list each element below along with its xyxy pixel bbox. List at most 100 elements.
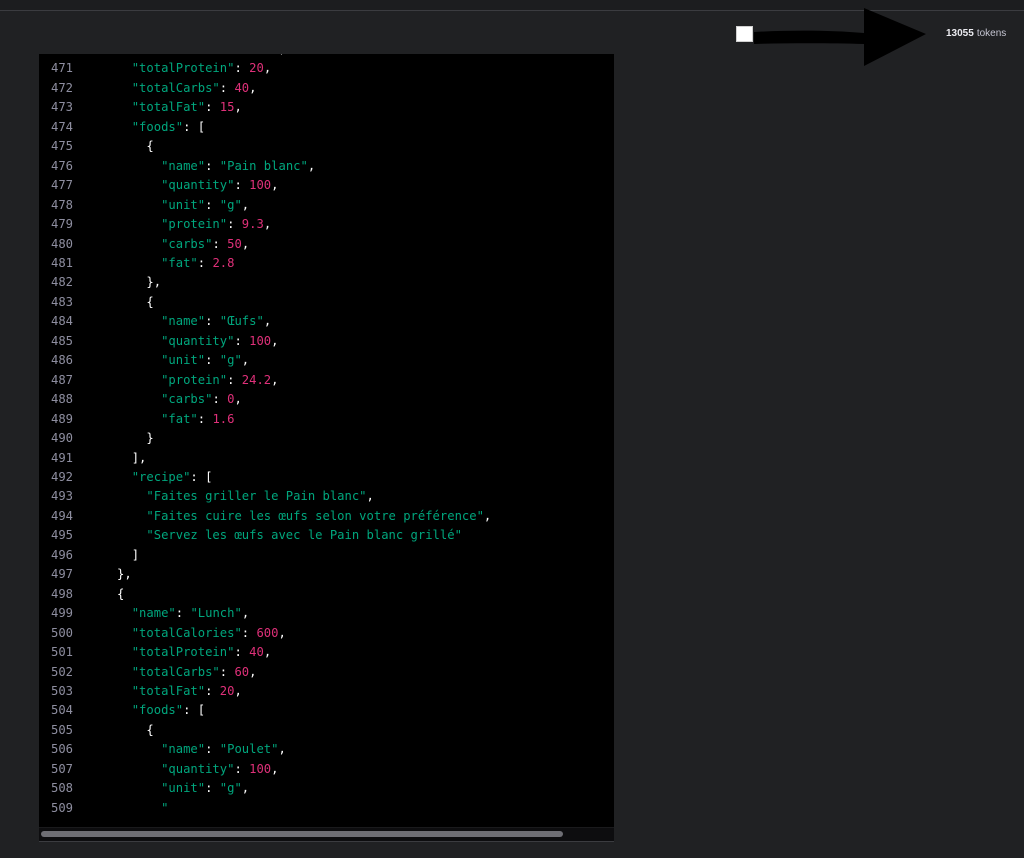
line-number: 483 <box>50 294 73 309</box>
line-number: 495 <box>50 528 73 543</box>
line-number: 505 <box>50 722 73 737</box>
code-line: 503 "totalFat": 20, <box>39 682 614 701</box>
json-punctuation <box>88 334 161 348</box>
json-number: 60 <box>234 664 250 679</box>
line-number: 502 <box>50 664 73 679</box>
code-text: "quantity": 100, <box>73 334 278 348</box>
json-punctuation: : [ <box>190 469 213 484</box>
line-number: 506 <box>50 742 73 757</box>
code-text: " <box>73 801 168 815</box>
horizontal-scrollbar[interactable] <box>39 827 614 841</box>
json-punctuation <box>88 353 161 367</box>
json-key: "totalCalories" <box>132 54 242 56</box>
code-line: 497 }, <box>39 565 614 584</box>
line-number: 497 <box>50 567 73 582</box>
json-number: 9.3 <box>241 217 264 232</box>
code-text: "carbs": 0, <box>73 392 242 406</box>
code-line: 508 "unit": "g", <box>39 779 614 798</box>
code-text: { <box>73 587 124 601</box>
json-punctuation <box>88 470 132 484</box>
code-line: 489 "fat": 1.6 <box>39 410 614 429</box>
json-punctuation: : <box>197 411 213 426</box>
line-number: 501 <box>50 645 73 660</box>
code-line: 505 { <box>39 721 614 740</box>
line-number: 490 <box>50 431 73 446</box>
code-text: "unit": "g", <box>73 198 249 212</box>
code-line: 479 "protein": 9.3, <box>39 215 614 234</box>
json-punctuation: , <box>366 489 374 504</box>
code-line: 482 }, <box>39 273 614 292</box>
line-number: 499 <box>50 606 73 621</box>
code-text: "unit": "g", <box>73 353 249 367</box>
json-punctuation: : <box>234 333 250 348</box>
code-line: 488 "carbs": 0, <box>39 390 614 409</box>
token-counter: 13055 tokens <box>946 28 1006 39</box>
json-punctuation: : <box>219 664 235 679</box>
code-line: 473 "totalFat": 15, <box>39 98 614 117</box>
code-line: 484 "name": "Œufs", <box>39 312 614 331</box>
code-line: 502 "totalCarbs": 60, <box>39 663 614 682</box>
json-key: "name" <box>161 742 206 757</box>
json-number: 2.8 <box>212 255 235 270</box>
json-punctuation <box>88 665 132 679</box>
line-number: 475 <box>50 139 73 154</box>
code-text: { <box>73 139 153 153</box>
code-text: "Faites cuire les œufs selon votre préfé… <box>73 509 491 523</box>
json-punctuation: , <box>271 178 279 193</box>
json-punctuation <box>88 392 161 406</box>
json-punctuation: , <box>263 61 272 76</box>
code-panel[interactable]: 470 "totalCalories": 400,471 "totalProte… <box>39 54 614 841</box>
json-number: 600 <box>256 625 279 640</box>
code-text: "recipe": [ <box>73 469 213 484</box>
line-number: 476 <box>50 158 73 173</box>
line-number: 496 <box>50 547 73 562</box>
json-punctuation: , <box>241 353 250 368</box>
json-key: "totalFat" <box>131 100 206 115</box>
json-punctuation: : <box>241 625 257 640</box>
json-punctuation: : <box>212 236 228 251</box>
json-key: "fat" <box>161 411 198 426</box>
line-number: 509 <box>50 800 73 815</box>
code-text: } <box>73 431 153 445</box>
json-number: 100 <box>249 761 272 776</box>
json-punctuation <box>88 684 132 698</box>
json-key: "carbs" <box>161 236 213 251</box>
code-line: 509 " <box>39 799 614 818</box>
json-number: 50 <box>227 236 242 251</box>
scrollbar-thumb[interactable] <box>41 831 563 837</box>
json-punctuation: : <box>205 197 220 212</box>
json-punctuation: : <box>234 645 250 660</box>
json-key: "foods" <box>131 119 184 134</box>
code-line: 504 "foods": [ <box>39 701 614 720</box>
json-punctuation: , <box>241 781 250 796</box>
code-line: 495 "Servez les œufs avec le Pain blanc … <box>39 526 614 545</box>
code-text: "foods": [ <box>73 703 205 717</box>
json-punctuation <box>88 703 132 717</box>
code-line: 496 ] <box>39 546 614 565</box>
code-line: 487 "protein": 24.2, <box>39 371 614 390</box>
json-key: "fat" <box>161 255 198 270</box>
code-text: "protein": 24.2, <box>73 373 278 387</box>
json-punctuation: : <box>227 217 242 232</box>
json-key: "totalProtein" <box>131 61 235 76</box>
json-punctuation: , <box>234 683 242 698</box>
code-line: 481 "fat": 2.8 <box>39 254 614 273</box>
json-punctuation <box>88 100 132 114</box>
code-line: 490 } <box>39 429 614 448</box>
code-block: 470 "totalCalories": 400,471 "totalProte… <box>39 54 614 818</box>
line-number: 491 <box>50 450 73 465</box>
json-punctuation: : <box>234 178 250 193</box>
json-string: "Pain blanc" <box>219 158 308 173</box>
code-text: "totalFat": 20, <box>73 684 242 698</box>
json-key: "carbs" <box>161 392 213 407</box>
code-text: ] <box>73 548 139 562</box>
line-number: 471 <box>50 61 73 76</box>
code-line: 493 "Faites griller le Pain blanc", <box>39 487 614 506</box>
json-punctuation: : <box>234 761 250 776</box>
code-text: "foods": [ <box>73 120 205 134</box>
json-punctuation <box>88 217 161 231</box>
json-punctuation: , <box>234 100 242 115</box>
code-line: 485 "quantity": 100, <box>39 332 614 351</box>
json-punctuation <box>88 237 161 251</box>
line-number: 486 <box>50 353 73 368</box>
